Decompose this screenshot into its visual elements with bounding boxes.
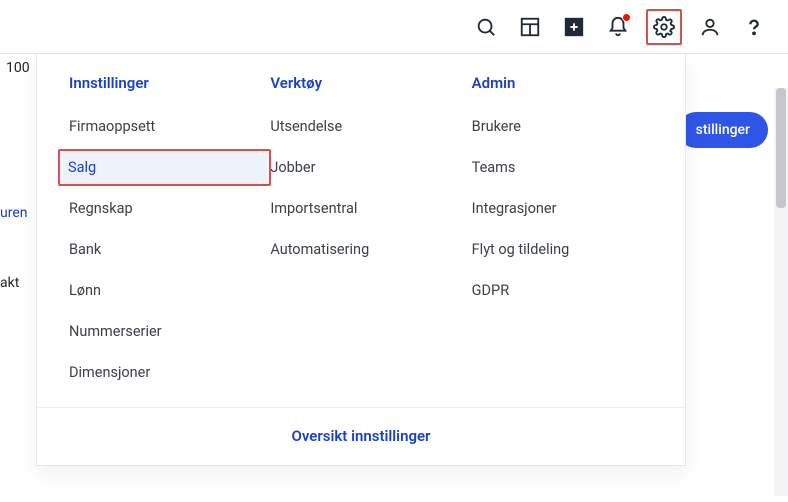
column-verktoy: Verktøy Utsendelse Jobber Importsentral … (260, 74, 461, 395)
column-header: Verktøy (260, 74, 461, 92)
menu-item-brukere[interactable]: Brukere (462, 108, 663, 145)
menu-item-utsendelse[interactable]: Utsendelse (260, 108, 461, 145)
menu-item-nummerserier[interactable]: Nummerserier (59, 313, 260, 350)
menu-item-importsentral[interactable]: Importsentral (260, 190, 461, 227)
menu-item-dimensjoner[interactable]: Dimensjoner (59, 354, 260, 391)
menu-item-jobber[interactable]: Jobber (260, 149, 461, 186)
gear-button-highlighted[interactable] (646, 9, 682, 45)
menu-item-salg[interactable]: Salg (58, 149, 271, 186)
column-header: Admin (462, 74, 663, 92)
menu-item-lonn[interactable]: Lønn (59, 272, 260, 309)
gear-icon[interactable] (648, 11, 680, 43)
menu-item-bank[interactable]: Bank (59, 231, 260, 268)
add-icon[interactable] (558, 11, 590, 43)
menu-item-firmaoppsett[interactable]: Firmaoppsett (59, 108, 260, 145)
settings-dropdown: Innstillinger Firmaoppsett Salg Regnskap… (36, 54, 686, 466)
search-icon[interactable] (470, 11, 502, 43)
dashboard-icon[interactable] (514, 11, 546, 43)
menu-item-flyt-og-tildeling[interactable]: Flyt og tildeling (462, 231, 663, 268)
scrollbar[interactable] (774, 88, 788, 496)
column-header: Innstillinger (59, 74, 260, 92)
column-admin: Admin Brukere Teams Integrasjoner Flyt o… (462, 74, 663, 395)
menu-item-integrasjoner[interactable]: Integrasjoner (462, 190, 663, 227)
menu-item-gdpr[interactable]: GDPR (462, 272, 663, 309)
menu-item-teams[interactable]: Teams (462, 149, 663, 186)
overview-settings-link[interactable]: Oversikt innstillinger (292, 427, 431, 445)
dropdown-footer: Oversikt innstillinger (37, 407, 685, 465)
bell-icon[interactable] (602, 11, 634, 43)
menu-item-regnskap[interactable]: Regnskap (59, 190, 260, 227)
bg-cell-value: 100 (6, 60, 30, 76)
menu-item-automatisering[interactable]: Automatisering (260, 231, 461, 268)
bg-tab-partial-2: akt (0, 275, 19, 291)
bg-tab-partial-1: uren (0, 205, 28, 221)
notification-dot (622, 13, 631, 22)
help-icon[interactable] (738, 11, 770, 43)
column-innstillinger: Innstillinger Firmaoppsett Salg Regnskap… (59, 74, 260, 395)
top-toolbar (0, 0, 788, 54)
user-icon[interactable] (694, 11, 726, 43)
bg-primary-button[interactable]: stillinger (678, 112, 768, 148)
